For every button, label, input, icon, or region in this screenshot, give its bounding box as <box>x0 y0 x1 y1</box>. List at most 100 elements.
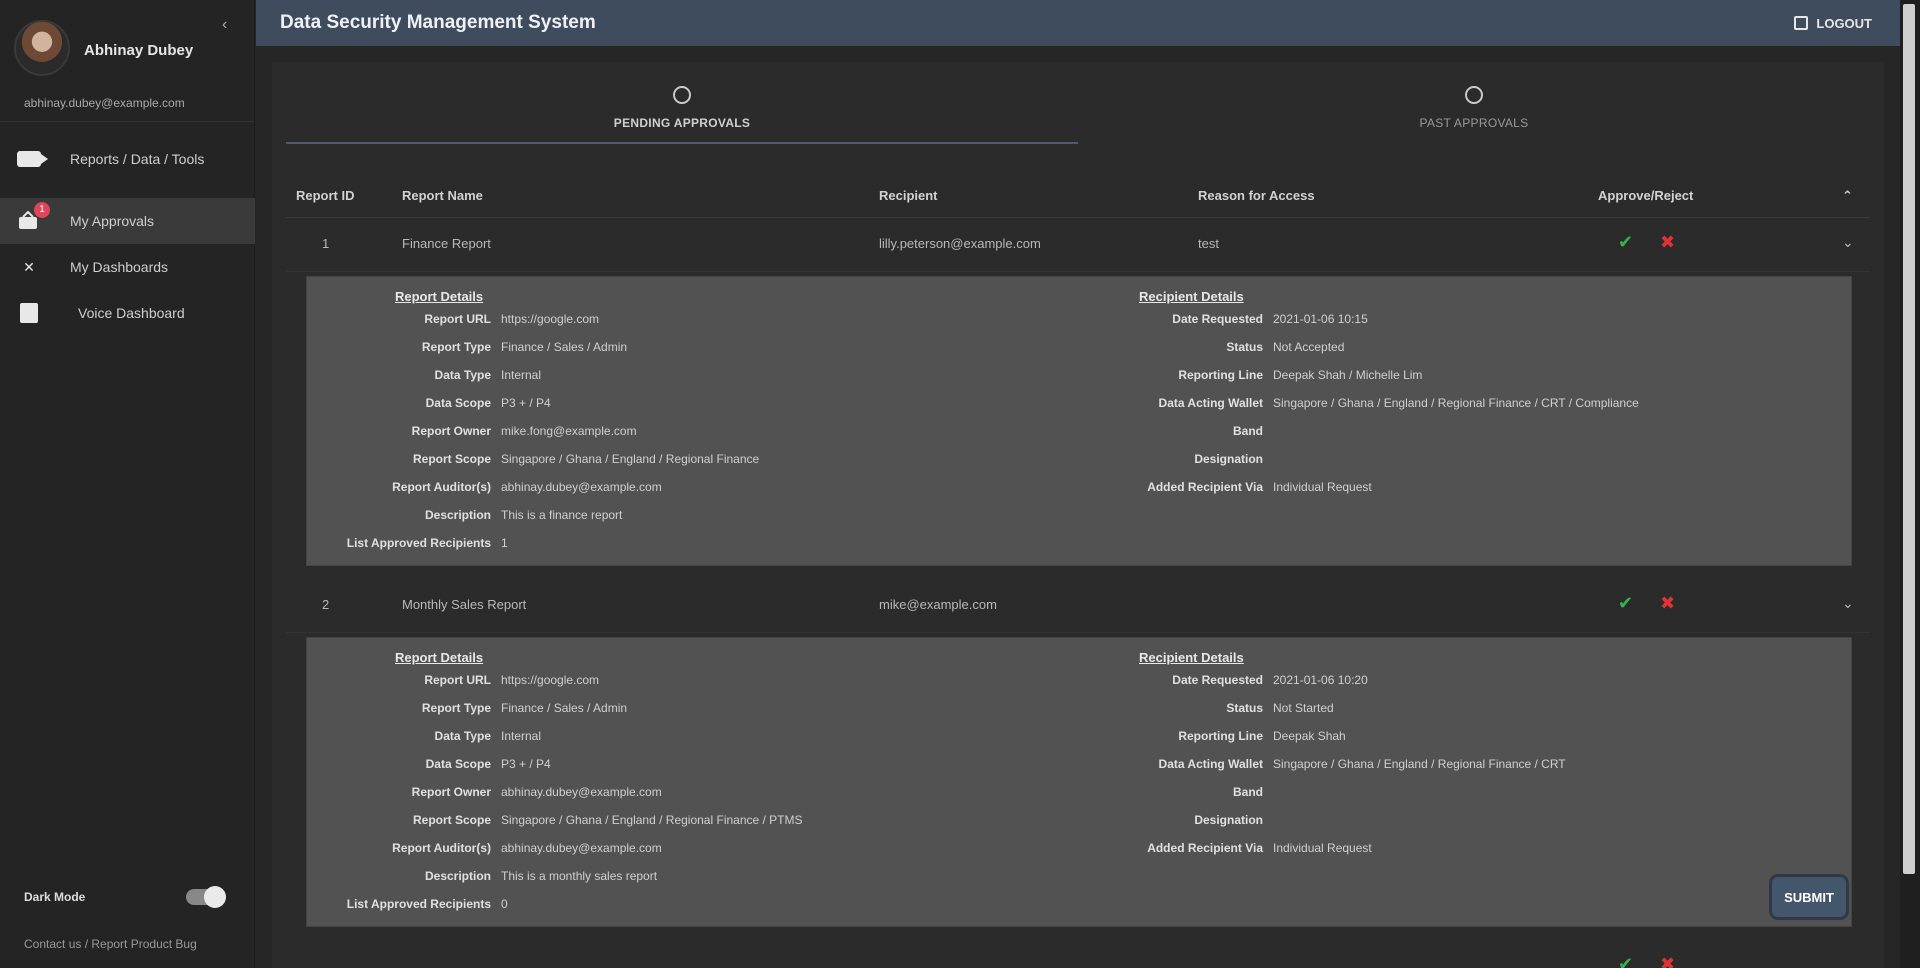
detail-label: Reporting Line <box>1178 729 1263 743</box>
detail-label: Added Recipient Via <box>1147 480 1263 494</box>
detail-value: Not Started <box>1273 701 1334 715</box>
detail-value: 0 <box>501 897 508 911</box>
sidebar-item-label: Reports / Data / Tools <box>70 151 205 167</box>
detail-value: Finance / Sales / Admin <box>501 340 628 354</box>
chevron-up-icon[interactable]: ⌃ <box>1842 188 1853 204</box>
detail-panel: Report Details Recipient Details Report … <box>306 637 1852 927</box>
column-header-report-id[interactable]: Report ID <box>296 188 355 203</box>
report-details-title: Report Details <box>395 289 484 304</box>
tab-pending-approvals[interactable]: PENDING APPROVALS <box>286 80 1078 150</box>
detail-label: Reporting Line <box>1178 368 1263 382</box>
detail-label: Designation <box>1194 452 1263 466</box>
detail-value: This is a monthly sales report <box>501 869 658 883</box>
detail-label: Added Recipient Via <box>1147 841 1263 855</box>
scrollbar-thumb[interactable] <box>1903 4 1915 874</box>
chevron-left-icon[interactable]: ‹ <box>222 16 227 34</box>
user-email: abhinay.dubey@example.com <box>24 96 185 110</box>
detail-label: Band <box>1233 424 1263 438</box>
sidebar-nav: Reports / Data / Tools 1 My Approvals ✕ … <box>0 136 255 336</box>
sidebar-footer-link[interactable]: Contact us / Report Product Bug <box>24 937 197 951</box>
detail-value: 2021-01-06 10:20 <box>1273 673 1368 687</box>
detail-label: Report Owner <box>411 785 491 799</box>
detail-value: Finance / Sales / Admin <box>501 701 628 715</box>
detail-value: mike.fong@example.com <box>501 424 637 438</box>
detail-label: Report Type <box>421 701 491 715</box>
detail-label: Data Acting Wallet <box>1158 396 1263 410</box>
logout-icon <box>1794 16 1809 30</box>
detail-value: Singapore / Ghana / England / Regional F… <box>1273 757 1566 771</box>
recipient-details-title: Recipient Details <box>1139 289 1244 304</box>
cell-reason: test <box>1198 236 1219 251</box>
sidebar-item-label: My Dashboards <box>70 259 169 275</box>
column-header-recipient[interactable]: Recipient <box>879 188 938 203</box>
dark-mode-toggle[interactable] <box>186 886 226 908</box>
detail-value: Individual Request <box>1273 841 1372 855</box>
reject-x-icon[interactable]: ✖ <box>1660 232 1675 253</box>
approve-check-icon[interactable]: ✔ <box>1618 954 1633 968</box>
report-details-title: Report Details <box>395 650 484 665</box>
reject-x-icon[interactable]: ✖ <box>1660 593 1675 614</box>
detail-label: Report Auditor(s) <box>392 480 491 494</box>
cell-recipient: mike@example.com <box>879 597 997 612</box>
detail-label: Status <box>1226 701 1263 715</box>
detail-value: https://google.com <box>501 673 600 687</box>
detail-value: This is a finance report <box>501 508 623 522</box>
user-name: Abhinay Dubey <box>84 42 194 59</box>
detail-value: Internal <box>501 368 542 382</box>
reject-x-icon[interactable]: ✖ <box>1660 954 1675 968</box>
detail-label: Designation <box>1194 813 1263 827</box>
detail-panel: Report Details Recipient Details Report … <box>306 276 1852 566</box>
detail-value: abhinay.dubey@example.com <box>501 785 662 799</box>
tab-past-approvals[interactable]: PAST APPROVALS <box>1078 80 1870 150</box>
sidebar-item-my-dashboards[interactable]: ✕ My Dashboards <box>0 244 255 290</box>
column-header-reason[interactable]: Reason for Access <box>1198 188 1315 203</box>
detail-value: Singapore / Ghana / England / Regional F… <box>1273 396 1639 410</box>
approve-check-icon[interactable]: ✔ <box>1618 593 1633 614</box>
detail-label: List Approved Recipients <box>346 536 491 550</box>
notification-badge: 1 <box>34 202 50 218</box>
detail-label: Report URL <box>424 312 491 326</box>
detail-value: abhinay.dubey@example.com <box>501 841 662 855</box>
chevron-down-icon[interactable]: ⌄ <box>1842 234 1854 251</box>
column-header-approve-reject: Approve/Reject <box>1598 188 1694 203</box>
app-header: Data Security Management System LOGOUT <box>256 0 1900 46</box>
detail-label: Data Type <box>434 368 491 382</box>
detail-label: Date Requested <box>1172 673 1263 687</box>
document-icon <box>20 303 38 323</box>
sidebar-item-label: My Approvals <box>70 213 155 229</box>
detail-value: 1 <box>501 536 508 550</box>
approve-check-icon[interactable]: ✔ <box>1618 232 1633 253</box>
detail-label: Data Scope <box>425 396 491 410</box>
detail-label: Report Owner <box>411 424 491 438</box>
detail-label: Data Type <box>434 729 491 743</box>
detail-label: Description <box>424 508 491 522</box>
table-row[interactable]: 2 Monthly Sales Report mike@example.com … <box>286 579 1870 633</box>
column-header-report-name[interactable]: Report Name <box>402 188 483 203</box>
detail-value: https://google.com <box>501 312 600 326</box>
sidebar-item-my-approvals[interactable]: 1 My Approvals <box>0 198 255 244</box>
detail-value: P3 + / P4 <box>501 396 551 410</box>
tab-label: PAST APPROVALS <box>1419 116 1529 130</box>
sidebar: Abhinay Dubey abhinay.dubey@example.com … <box>0 0 255 968</box>
detail-label: Status <box>1226 340 1263 354</box>
table-row[interactable]: ✔ ✖ <box>286 940 1870 968</box>
chevron-down-icon[interactable]: ⌄ <box>1842 595 1854 612</box>
submit-button[interactable]: SUBMIT <box>1772 877 1846 917</box>
cell-report-name: Monthly Sales Report <box>402 597 527 612</box>
sidebar-item-reports[interactable]: Reports / Data / Tools <box>0 136 255 182</box>
hourglass-icon <box>673 86 691 104</box>
profile-section: Abhinay Dubey abhinay.dubey@example.com … <box>0 0 254 122</box>
detail-value: P3 + / P4 <box>501 757 551 771</box>
detail-label: List Approved Recipients <box>346 897 491 911</box>
detail-value: Individual Request <box>1273 480 1372 494</box>
detail-value: Internal <box>501 729 542 743</box>
avatar[interactable] <box>14 20 70 76</box>
detail-label: Data Acting Wallet <box>1158 757 1263 771</box>
detail-label: Date Requested <box>1172 312 1263 326</box>
tab-label: PENDING APPROVALS <box>613 116 751 130</box>
logout-button[interactable]: LOGOUT <box>1794 16 1872 31</box>
sidebar-item-voice-dashboard[interactable]: Voice Dashboard <box>0 290 255 336</box>
page-title: Data Security Management System <box>280 12 596 33</box>
table-row[interactable]: 1 Finance Report lilly.peterson@example.… <box>286 218 1870 272</box>
cell-report-id: 2 <box>322 597 330 612</box>
